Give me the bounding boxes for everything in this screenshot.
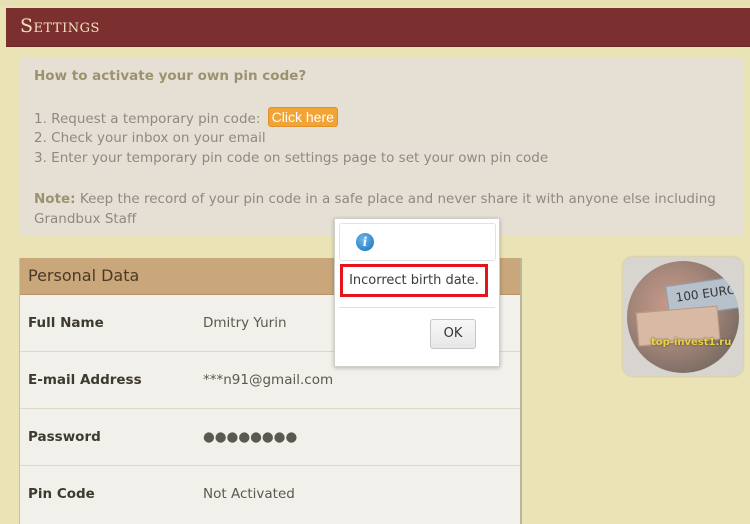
click-here-button[interactable]: Click here — [267, 107, 338, 127]
full-name-value: Dmitry Yurin — [203, 315, 287, 331]
dialog-divider — [339, 307, 495, 308]
pin-step-2: 2. Check your inbox on your email — [34, 130, 266, 146]
page-title: Settings — [20, 15, 100, 37]
dialog-message: Incorrect birth date. — [340, 264, 488, 297]
full-name-label: Full Name — [28, 315, 104, 331]
pin-info-box: How to activate your own pin code? 1. Re… — [19, 58, 743, 236]
promo-banner[interactable]: 100 EURO top-invest1.ru — [623, 257, 743, 376]
personal-data-title: Personal Data — [28, 266, 140, 285]
promo-text: top-invest1.ru — [651, 337, 732, 348]
pin-step-1: 1. Request a temporary pin code: Click h… — [34, 107, 338, 128]
pin-code-label: Pin Code — [28, 486, 95, 502]
pin-step-3: 3. Enter your temporary pin code on sett… — [34, 150, 549, 166]
pin-code-value: Not Activated — [203, 486, 295, 502]
note-label: Note: — [34, 191, 76, 207]
row-pin-code: Pin Code Not Activated — [20, 466, 520, 522]
banknote-label: 100 EURO — [674, 282, 738, 305]
email-value: ***n91@gmail.com — [203, 372, 334, 388]
settings-header: Settings — [6, 8, 750, 47]
row-password: Password ●●●●●●●● — [20, 409, 520, 466]
password-value: ●●●●●●●● — [203, 429, 298, 445]
page: Settings How to activate your own pin co… — [0, 0, 750, 524]
alert-dialog: i Incorrect birth date. OK — [334, 218, 500, 367]
pin-step-1-text: 1. Request a temporary pin code: — [34, 111, 261, 127]
email-label: E-mail Address — [28, 372, 142, 388]
promo-image: 100 EURO top-invest1.ru — [627, 261, 739, 373]
pin-info-heading: How to activate your own pin code? — [34, 68, 307, 84]
info-icon: i — [356, 233, 374, 251]
ok-button[interactable]: OK — [430, 319, 476, 349]
top-strip — [0, 0, 750, 6]
dialog-header: i — [339, 223, 496, 261]
password-label: Password — [28, 429, 101, 445]
